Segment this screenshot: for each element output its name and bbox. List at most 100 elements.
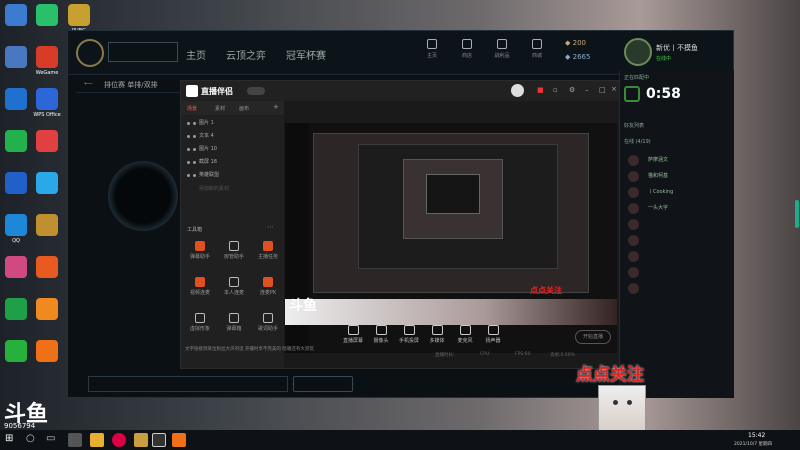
queue-icon xyxy=(624,86,640,102)
desktop-app-icon[interactable]: WPS Office xyxy=(25,88,69,118)
nav-clash[interactable]: 冠军杯赛 xyxy=(286,47,326,62)
source-item[interactable]: 文本 4 xyxy=(181,130,284,143)
play-button[interactable] xyxy=(108,42,178,62)
tab-scene[interactable]: 场景 xyxy=(187,105,197,112)
taskbar-monitor-icon[interactable] xyxy=(68,433,82,447)
friend-row[interactable]: 猫和柯基 xyxy=(620,168,734,184)
scroll-handle[interactable] xyxy=(795,200,799,228)
source-item[interactable]: 截屏 18 xyxy=(181,156,284,169)
tool-button[interactable]: 本人连麦 xyxy=(221,277,247,296)
tool-button[interactable]: 房管助手 xyxy=(221,241,247,260)
app-icon xyxy=(5,4,27,26)
friend-row[interactable] xyxy=(620,264,734,280)
nav-icon xyxy=(427,39,437,49)
tool-button[interactable]: 连麦PK xyxy=(255,277,281,296)
tool-button[interactable]: 虚拟形象 xyxy=(187,313,213,332)
version-badge[interactable] xyxy=(247,87,265,95)
streaming-app-window[interactable]: 直播伴侣 ■ ▫ ⚙ – □ × 场景 素材 画布 + 图片 1 文本 4 图片 1… xyxy=(180,80,620,369)
desktop-app-icon[interactable] xyxy=(25,214,69,238)
friend-row[interactable] xyxy=(620,216,734,232)
lock-icon[interactable] xyxy=(193,161,196,164)
start-live-button[interactable]: 开始直播 xyxy=(575,330,611,344)
nav-home[interactable]: 主页 xyxy=(186,47,206,62)
desktop-app-icon[interactable] xyxy=(25,256,69,280)
friend-row[interactable]: 一头大字 xyxy=(620,200,734,216)
taskbar-folder-icon[interactable] xyxy=(90,433,104,447)
add-source-link[interactable]: 添加新的素材 xyxy=(199,185,229,192)
avatar xyxy=(628,219,639,230)
chat-input[interactable] xyxy=(88,376,288,392)
top-nav-item[interactable]: 商城 xyxy=(525,39,549,59)
avatar xyxy=(628,251,639,262)
lock-icon[interactable] xyxy=(193,135,196,138)
search-icon[interactable]: ○ xyxy=(26,433,35,444)
eye-icon[interactable] xyxy=(187,148,190,151)
taskbar-chrome-icon[interactable] xyxy=(112,433,126,447)
more-icon[interactable]: ⋯ xyxy=(267,223,274,231)
lock-icon[interactable] xyxy=(193,148,196,151)
friend-row[interactable] xyxy=(620,232,734,248)
avatar[interactable] xyxy=(624,38,652,66)
capture-tool-button[interactable]: 麦克风 xyxy=(453,325,477,344)
gift-icon[interactable]: ■ xyxy=(537,86,544,94)
capture-tool-button[interactable]: 手机投屏 xyxy=(397,325,421,344)
nav-tft[interactable]: 云顶之弈 xyxy=(226,47,266,62)
league-logo-icon[interactable] xyxy=(76,39,104,67)
top-nav-item[interactable]: 主页 xyxy=(420,39,444,59)
tool-button[interactable]: 主播任务 xyxy=(255,241,281,260)
minimize-icon[interactable]: – xyxy=(585,86,589,94)
eye-icon[interactable] xyxy=(187,122,190,125)
taskbar-live-app-icon[interactable] xyxy=(172,433,186,447)
nested-screen-2 xyxy=(358,144,558,269)
desktop-app-icon[interactable]: WeGame xyxy=(25,46,69,76)
capture-tool-button[interactable]: 直播屏幕 xyxy=(341,325,365,344)
desktop-app-icon[interactable] xyxy=(25,298,69,322)
tool-button[interactable]: 弹幕箱 xyxy=(221,313,247,332)
capture-tool-button[interactable]: 多媒体 xyxy=(425,325,449,344)
eye-icon[interactable] xyxy=(187,161,190,164)
tab-material[interactable]: 素材 xyxy=(215,105,225,112)
friend-row[interactable]: 丨Cooking xyxy=(620,184,734,200)
source-item[interactable]: 图片 1 xyxy=(181,117,284,130)
status-bar: 直播时长: CPU: FPS:60 丢帧:0.00% xyxy=(285,352,615,364)
eye-icon[interactable] xyxy=(187,135,190,138)
top-nav-item[interactable]: 战利品 xyxy=(490,39,514,59)
windows-start-icon[interactable]: ⊞ xyxy=(5,433,13,444)
taskbar-league-icon[interactable] xyxy=(134,433,148,447)
capture-tool-icon xyxy=(459,325,471,335)
lock-icon[interactable] xyxy=(193,122,196,125)
friend-row[interactable] xyxy=(620,280,734,296)
app-icon xyxy=(36,214,58,236)
lock-icon[interactable] xyxy=(193,174,196,177)
taskbar-wegame-icon[interactable] xyxy=(152,433,166,447)
find-match-button[interactable] xyxy=(293,376,353,392)
tab-canvas[interactable]: 画布 xyxy=(239,105,249,112)
desktop-app-icon[interactable] xyxy=(25,172,69,196)
back-arrow-icon[interactable]: ⟵ xyxy=(84,80,93,87)
app-icon xyxy=(5,214,27,236)
app-icon xyxy=(5,340,27,362)
friend-row[interactable] xyxy=(620,248,734,264)
message-icon[interactable]: ▫ xyxy=(553,86,558,94)
settings-icon[interactable]: ⚙ xyxy=(569,86,575,94)
tool-button[interactable]: 歌词助手 xyxy=(255,313,281,332)
add-icon[interactable]: + xyxy=(273,103,279,111)
friend-row[interactable]: 萨摩涵文 xyxy=(620,152,734,168)
desktop-app-icon[interactable] xyxy=(25,130,69,154)
user-avatar[interactable] xyxy=(511,84,524,97)
source-item[interactable]: 英雄联盟 xyxy=(181,169,284,182)
maximize-icon[interactable]: □ xyxy=(599,86,606,94)
app-icon xyxy=(36,172,58,194)
tool-button[interactable]: 弹幕助手 xyxy=(187,241,213,260)
desktop-app-icon[interactable] xyxy=(25,340,69,364)
task-view-icon[interactable]: ▭ xyxy=(46,433,55,444)
tool-button[interactable]: 视频连麦 xyxy=(187,277,213,296)
capture-tool-button[interactable]: 扬声器 xyxy=(481,325,505,344)
eye-icon[interactable] xyxy=(187,174,190,177)
source-item[interactable]: 图片 10 xyxy=(181,143,284,156)
capture-tool-icon xyxy=(487,325,499,335)
close-icon[interactable]: × xyxy=(611,85,617,93)
timer-label: 正在匹配中 xyxy=(624,75,650,81)
capture-tool-button[interactable]: 摄像头 xyxy=(369,325,393,344)
top-nav-item[interactable]: 商店 xyxy=(455,39,479,59)
